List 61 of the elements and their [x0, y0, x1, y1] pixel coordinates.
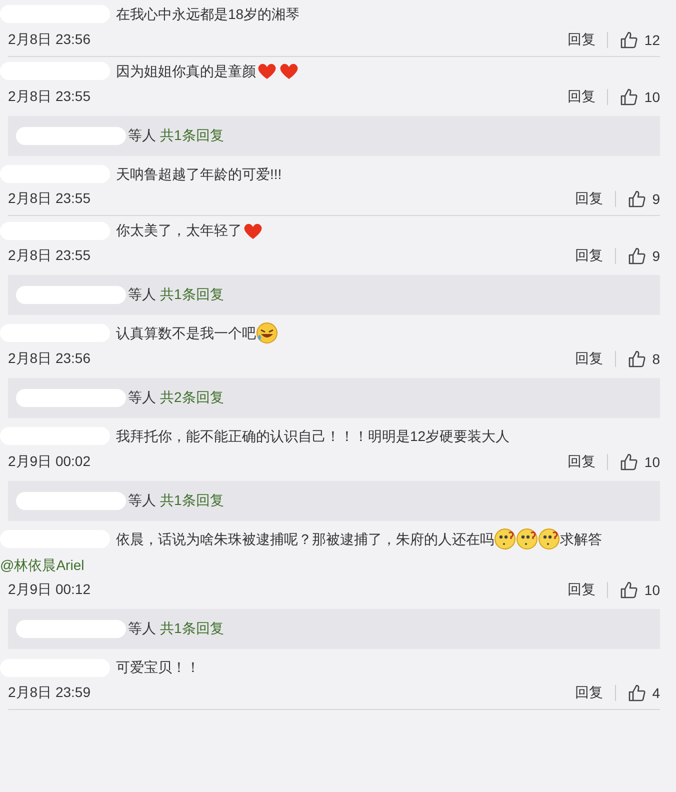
like-count: 9 [652, 248, 660, 264]
reply-count-link[interactable]: 共1条回复 [160, 620, 224, 638]
reply-link[interactable]: 回复 [575, 350, 604, 368]
comment-time: 2月8日 23:56 [8, 350, 92, 368]
thumbs-up-icon [628, 350, 646, 368]
reply-count-link[interactable]: 共1条回复 [160, 286, 224, 304]
comment-text: 天呐鲁超越了年龄的可爱!!! [116, 165, 282, 182]
comment-text: 在我心中永远都是18岁的湘琴 [116, 6, 300, 22]
comment-text: 可爱宝贝！！ [116, 659, 200, 676]
like-count: 9 [652, 191, 660, 208]
puzzled-face-icon [538, 528, 560, 550]
mention-link[interactable]: @林依晨Ariel [0, 556, 84, 572]
comment-time: 2月8日 23:59 [8, 684, 92, 702]
comment-text: 求解答 [560, 530, 602, 547]
comment-time: 2月8日 23:55 [8, 88, 92, 106]
puzzled-face-icon [516, 528, 538, 550]
thumbs-up-icon [620, 581, 638, 600]
reply-thread-bar[interactable]: 等人 共1条回复 [8, 609, 660, 650]
comment-time: 2月8日 23:55 [8, 247, 92, 266]
reply-link[interactable]: 回复 [567, 88, 596, 106]
like-count: 10 [644, 582, 660, 598]
comment-text: 我拜托你，能不能正确的认识自己！！！明明是12岁硬要装大人 [116, 428, 510, 444]
comment-text: 依晨，话说为啥朱珠被逮捕呢？那被逮捕了，朱府的人还在吗 [116, 530, 494, 547]
comment-text: 因为姐姐你真的是童颜 [116, 62, 256, 79]
reply-thread-bar[interactable]: 等人 共1条回复 [8, 480, 660, 521]
thumbs-up-icon [628, 684, 646, 702]
comment-text: 你太美了，太年轻了 [116, 222, 242, 238]
thread-text: 等人 [128, 620, 156, 638]
reply-count-link[interactable]: 共1条回复 [160, 126, 224, 145]
thumbs-up-icon [620, 30, 638, 49]
comment-time: 2月8日 23:56 [8, 30, 92, 49]
reply-link[interactable]: 回复 [567, 581, 596, 600]
reply-count-link[interactable]: 共1条回复 [160, 492, 224, 510]
thumbs-up-icon [620, 452, 638, 471]
thread-text: 等人 [128, 286, 156, 304]
reply-link[interactable]: 回复 [575, 247, 604, 266]
thumbs-up-icon [620, 88, 638, 106]
reply-link[interactable]: 回复 [567, 30, 596, 49]
reply-thread-bar[interactable]: 等人 共1条回复 [8, 116, 660, 156]
reply-link[interactable]: 回复 [575, 190, 604, 208]
like-count: 10 [644, 88, 660, 105]
comment-time: 2月9日 00:02 [8, 452, 92, 471]
comment-text: 认真算数不是我一个吧 [116, 324, 256, 341]
reply-thread-bar[interactable]: 等人 共1条回复 [8, 275, 660, 316]
like-count: 4 [652, 685, 660, 702]
like-count: 12 [644, 32, 660, 48]
reply-link[interactable]: 回复 [575, 684, 604, 702]
puzzled-face-icon [494, 528, 516, 550]
reply-thread-bar[interactable]: 等人 共2条回复 [8, 378, 660, 418]
laughing-face-icon [256, 322, 278, 344]
like-count: 8 [652, 350, 660, 367]
thumbs-up-icon [628, 247, 646, 266]
reply-link[interactable]: 回复 [567, 452, 596, 471]
like-count: 10 [644, 454, 660, 470]
reply-count-link[interactable]: 共2条回复 [160, 388, 224, 407]
comment-time: 2月9日 00:12 [8, 581, 92, 600]
thread-text: 等人 [128, 492, 156, 510]
thread-text: 等人 [128, 388, 156, 407]
thread-text: 等人 [128, 126, 156, 145]
thumbs-up-icon [628, 190, 646, 208]
comment-time: 2月8日 23:55 [8, 190, 92, 208]
